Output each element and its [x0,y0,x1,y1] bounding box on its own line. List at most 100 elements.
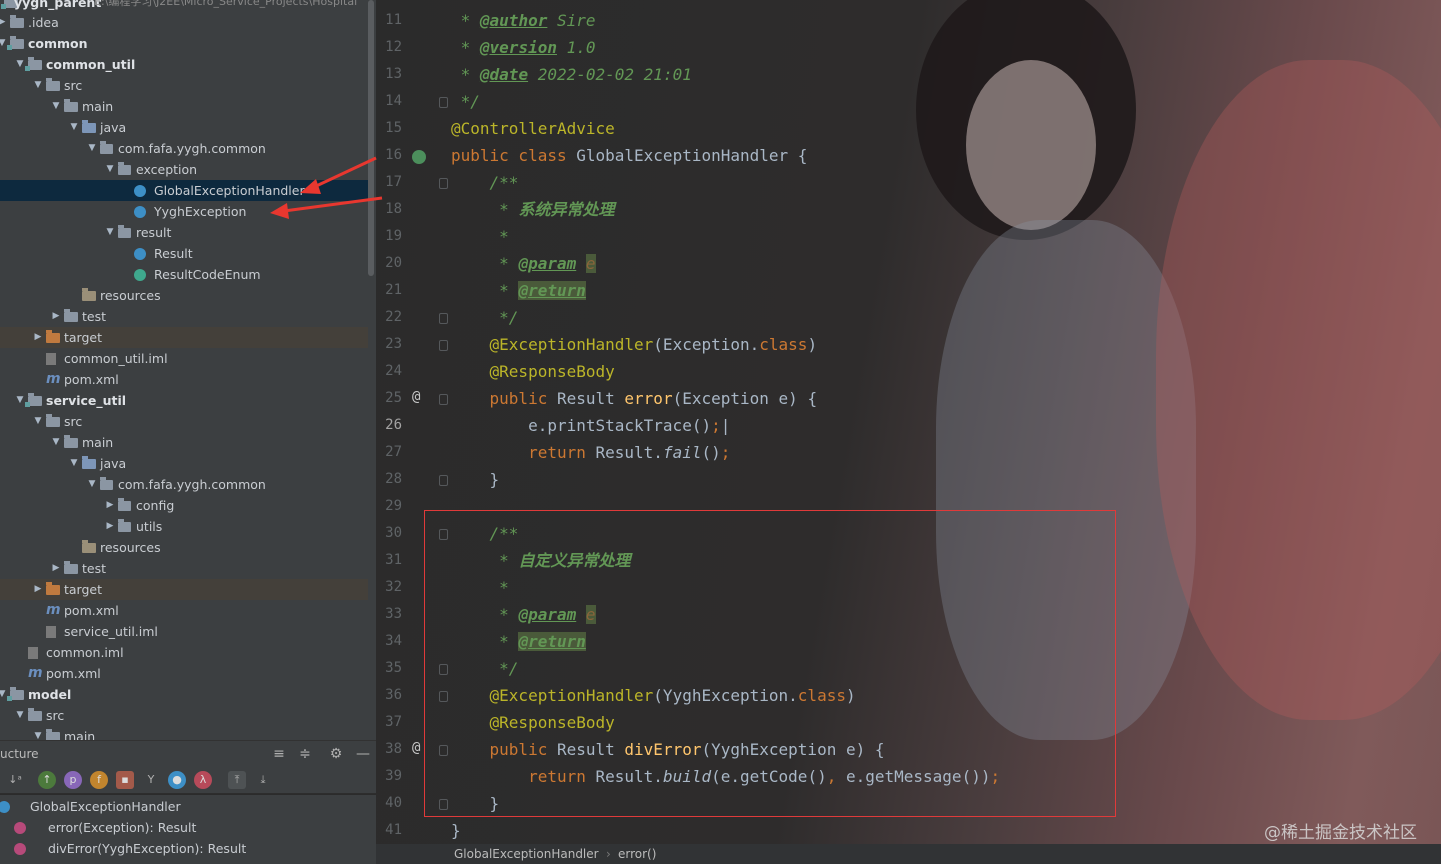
chevron-right-icon[interactable]: ▶ [32,579,44,600]
tree-item-label: java [100,120,127,135]
fold-marker-icon[interactable] [439,313,448,324]
tree-item[interactable]: ▼ java [0,453,368,474]
tree-item[interactable]: ▶ test [0,306,368,327]
chevron-down-icon[interactable]: ▼ [14,705,26,726]
tree-item[interactable]: ▼ main [0,432,368,453]
chevron-down-icon[interactable]: ▼ [14,390,26,411]
tree-item[interactable]: ▶ config [0,495,368,516]
tree-item-label: java [100,456,127,471]
non-public-icon[interactable]: ▪ [116,771,134,789]
tree-item[interactable]: m pom.xml [0,369,368,390]
chevron-right-icon[interactable]: ▶ [50,306,62,327]
tree-item[interactable]: ▼ main [0,726,368,740]
line-number: 16 [385,147,402,163]
tree-item[interactable]: service_util.iml [0,621,368,642]
tree-item[interactable]: ▼ common_util [0,54,368,75]
chevron-down-icon[interactable]: ▼ [14,54,26,75]
chevron-down-icon[interactable]: ▼ [86,138,98,159]
fold-marker-icon[interactable] [439,178,448,189]
line-number: 30 [385,525,402,541]
tree-item[interactable]: m pom.xml [0,600,368,621]
tree-item[interactable]: YyghException [0,201,368,222]
chevron-down-icon[interactable]: ▼ [0,684,8,705]
watermark: @稀土掘金技术社区 [1264,823,1417,843]
tree-item[interactable]: ▶ .idea [0,12,368,33]
collapse-icon[interactable]: ⤓ [254,771,272,789]
tree-item[interactable]: ▼ service_util [0,390,368,411]
line-number: 29 [385,498,402,514]
tree-item[interactable]: Result [0,243,368,264]
expand-icon[interactable]: ⤒ [228,771,246,789]
project-scrollbar[interactable] [368,0,374,276]
code-editor[interactable]: 11 12 13 14 15 16 17 18 19 20 21 22 23 24 25 @26 27 28 29 3… [376,0,1441,844]
tree-item[interactable]: ▼ src [0,411,368,432]
line-number: 22 [385,309,402,325]
chevron-down-icon[interactable]: ▼ [32,75,44,96]
breadcrumb-method[interactable]: error() [618,844,656,864]
structure-method-row[interactable]: divError(YyghException): Result [0,838,368,859]
fold-marker-icon[interactable] [439,394,448,405]
line-number: 20 [385,255,402,271]
tree-item[interactable]: resources [0,285,368,306]
tree-item[interactable]: ▶ target [0,327,368,348]
override-at-icon[interactable]: @ [412,740,420,756]
chevron-right-icon[interactable]: ▶ [0,12,8,33]
override-at-icon[interactable]: @ [412,389,420,405]
tree-item[interactable]: common_util.iml [0,348,368,369]
lambda-icon[interactable]: λ [194,771,212,789]
gear-icon[interactable]: ⚙ [327,741,345,767]
chevron-down-icon[interactable]: ▼ [86,474,98,495]
tree-item[interactable]: ▼ common [0,33,368,54]
fold-marker-icon[interactable] [439,97,448,108]
tree-item[interactable]: ▼ com.fafa.yygh.common [0,138,368,159]
tree-item[interactable]: ▼ com.fafa.yygh.common [0,474,368,495]
inherited-icon[interactable]: ↑ [38,771,56,789]
chevron-down-icon[interactable]: ▼ [32,411,44,432]
tree-item[interactable]: m pom.xml [0,663,368,684]
chevron-down-icon[interactable]: ▼ [50,432,62,453]
structure-header: ucture ≡ ≑ ⚙ — [0,740,376,766]
tree-item[interactable]: ▼ main [0,96,368,117]
implemented-icon[interactable] [412,150,426,164]
tree-item-label: config [136,498,175,513]
chevron-down-icon[interactable]: ▼ [104,159,116,180]
chevron-down-icon[interactable]: ▼ [104,222,116,243]
minimize-icon[interactable]: — [354,741,372,767]
chevron-down-icon[interactable]: ▼ [32,726,44,740]
tree-item[interactable]: common.iml [0,642,368,663]
tree-item[interactable]: ▶ test [0,558,368,579]
fold-marker-icon[interactable] [439,475,448,486]
chevron-down-icon[interactable]: ▼ [68,117,80,138]
lambda-icon[interactable]: ● [168,771,186,789]
tree-item[interactable]: ▶ utils [0,516,368,537]
structure-class-row[interactable]: GlobalExceptionHandler [0,796,368,817]
tree-item[interactable]: ▶ target [0,579,368,600]
tree-item[interactable]: ▼ src [0,75,368,96]
tree-item[interactable]: ▼ exception [0,159,368,180]
fields-icon[interactable]: f [90,771,108,789]
tree-item[interactable]: ResultCodeEnum [0,264,368,285]
chevron-down-icon[interactable]: ▼ [68,453,80,474]
tree-item[interactable]: GlobalExceptionHandler [0,180,368,201]
sort-alpha-icon[interactable]: ↓ᵃ [6,771,24,789]
collapse-all-icon[interactable]: ≑ [296,741,314,767]
tree-item[interactable]: ▼ result [0,222,368,243]
fold-marker-icon[interactable] [439,340,448,351]
breadcrumb-class[interactable]: GlobalExceptionHandler [454,844,599,864]
tree-item[interactable]: ▼ model [0,684,368,705]
chevron-right-icon[interactable]: ▶ [104,516,116,537]
tree-item[interactable]: ▼ src [0,705,368,726]
tree-item[interactable]: resources [0,537,368,558]
expand-all-icon[interactable]: ≡ [270,741,288,767]
structure-method-row[interactable]: error(Exception): Result [0,817,368,838]
chevron-down-icon[interactable]: ▼ [0,33,8,54]
chevron-down-icon[interactable]: ▼ [50,96,62,117]
properties-icon[interactable]: p [64,771,82,789]
line-number: 37 [385,714,402,730]
chevron-right-icon[interactable]: ▶ [50,558,62,579]
package-icon [118,519,131,532]
chevron-right-icon[interactable]: ▶ [104,495,116,516]
tree-item[interactable]: ▼ java [0,117,368,138]
chevron-right-icon[interactable]: ▶ [32,327,44,348]
anonymous-icon[interactable]: Y [142,771,160,789]
